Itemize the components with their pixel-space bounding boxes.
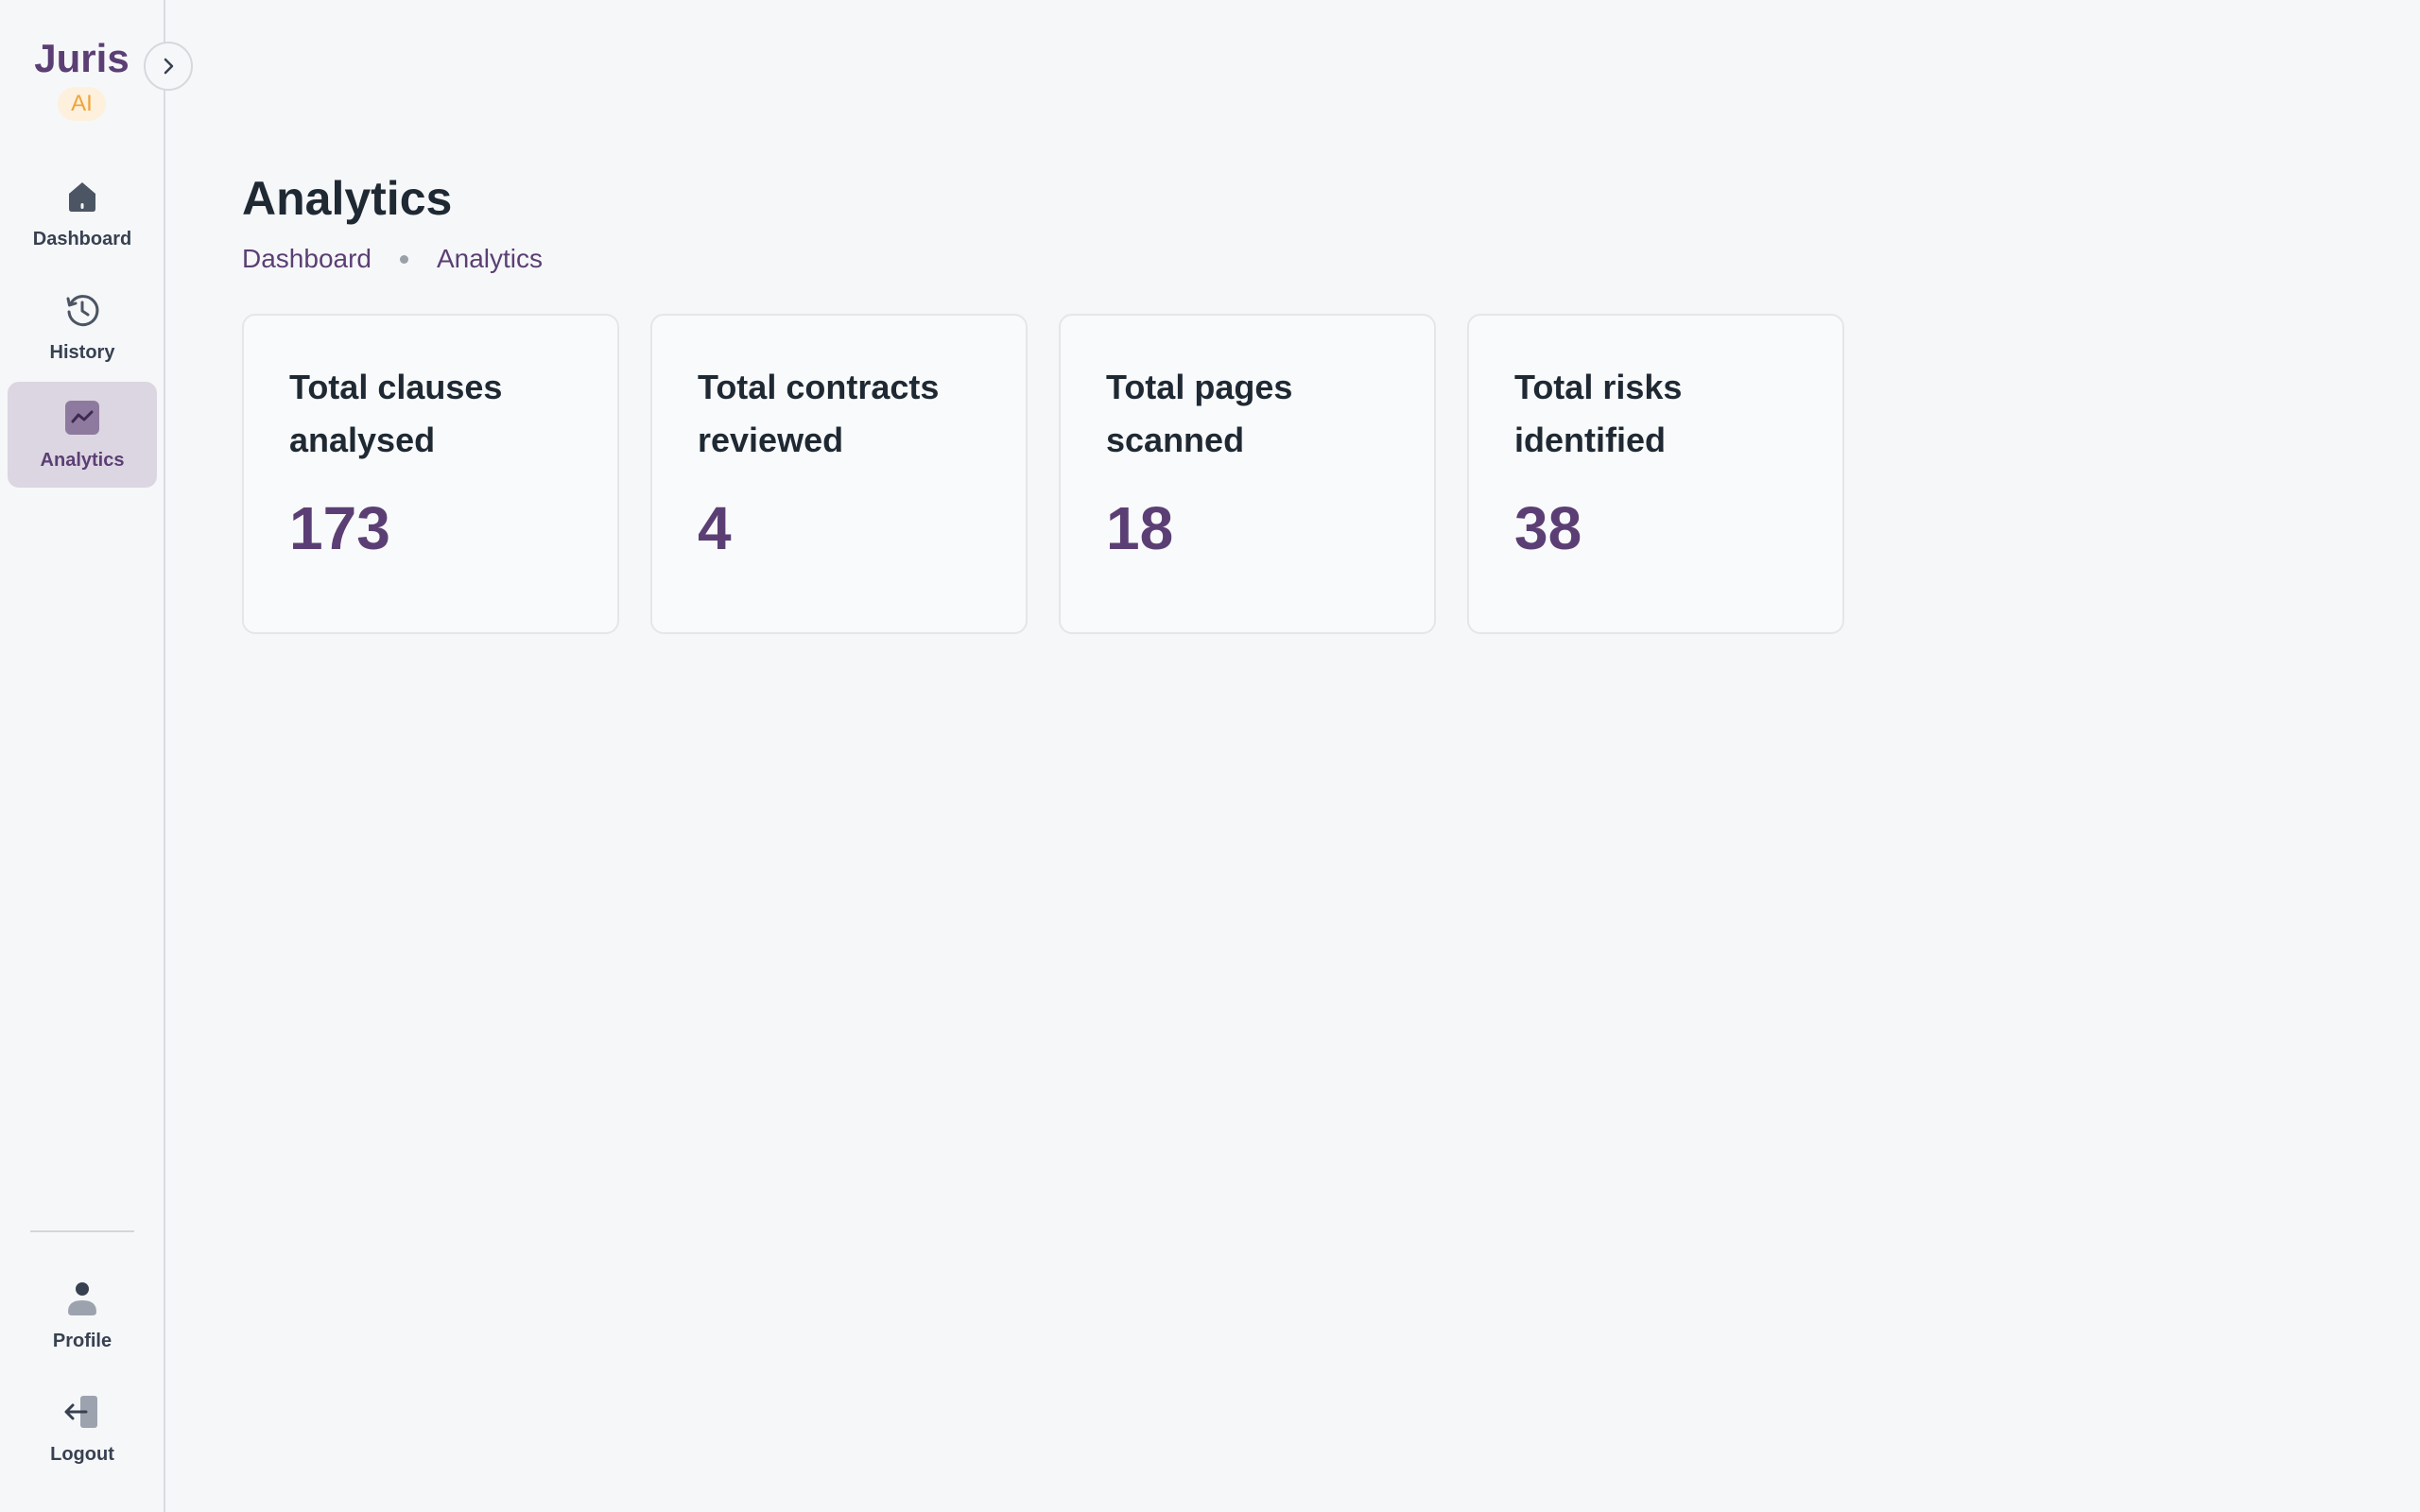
stat-card-contracts: Total contracts reviewed 4 [650, 314, 1028, 634]
stat-card-pages: Total pages scanned 18 [1059, 314, 1436, 634]
brand-name: Juris [34, 36, 130, 80]
sidebar-toggle-button[interactable] [144, 42, 193, 91]
brand-badge: AI [58, 87, 106, 121]
stat-card-title: Total risks identified [1514, 368, 1683, 459]
sidebar-item-label: History [49, 341, 115, 363]
sidebar-divider [30, 1230, 134, 1232]
brand-logo[interactable]: Juris AI [0, 34, 164, 121]
analytics-icon [65, 400, 99, 435]
sidebar-item-dashboard[interactable]: Dashboard [8, 161, 157, 266]
chevron-right-icon [164, 58, 174, 75]
stat-card-value: 4 [698, 494, 732, 562]
main-content: Analytics Dashboard Analytics Total clau… [166, 0, 2420, 1512]
breadcrumb: Dashboard Analytics [242, 242, 543, 276]
stats-cards: Total clauses analysed 173 Total contrac… [242, 314, 1844, 634]
home-icon [69, 181, 95, 212]
page-title: Analytics [242, 172, 453, 225]
breadcrumb-item-analytics: Analytics [436, 244, 544, 273]
sidebar-item-logout[interactable]: Logout [8, 1376, 157, 1482]
sidebar-item-history[interactable]: History [8, 274, 157, 380]
sidebar-item-label: Profile [52, 1330, 112, 1351]
sidebar: Juris AI Dashboard History Analytics Pro… [0, 0, 165, 1512]
stat-card-value: 18 [1106, 494, 1174, 562]
stat-card-value: 38 [1514, 494, 1582, 562]
stat-card-clauses: Total clauses analysed 173 [242, 314, 619, 634]
logout-icon [64, 1395, 97, 1428]
stat-card-risks: Total risks identified 38 [1467, 314, 1844, 634]
stat-card-title: Total pages scanned [1106, 368, 1293, 459]
app-root: Juris AI Dashboard History Analytics Pro… [0, 0, 2420, 1512]
sidebar-item-label: Logout [50, 1443, 114, 1465]
sidebar-item-label: Dashboard [32, 228, 132, 249]
stat-card-title: Total clauses analysed [289, 368, 503, 459]
user-icon [68, 1281, 96, 1315]
stat-card-title: Total contracts reviewed [698, 368, 940, 459]
sidebar-item-label: Analytics [40, 449, 125, 471]
sidebar-item-profile[interactable]: Profile [8, 1263, 157, 1368]
sidebar-item-analytics[interactable]: Analytics [8, 382, 157, 488]
breadcrumb-separator [399, 254, 408, 264]
history-icon [66, 294, 99, 326]
breadcrumb-item-dashboard[interactable]: Dashboard [242, 242, 372, 276]
stat-card-value: 173 [289, 494, 390, 562]
